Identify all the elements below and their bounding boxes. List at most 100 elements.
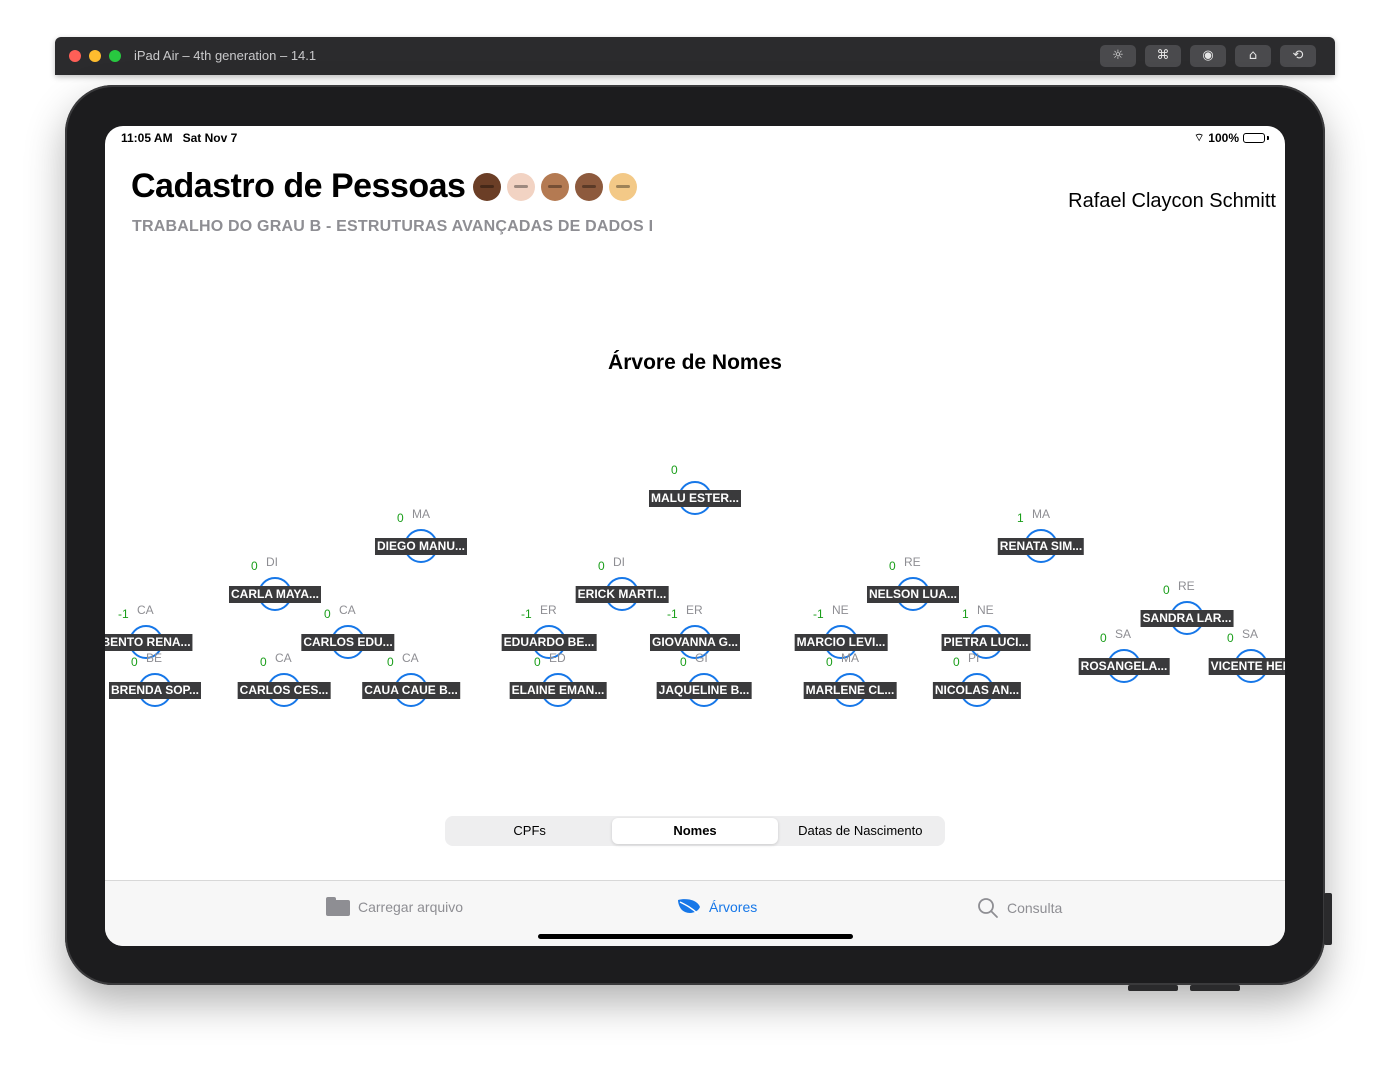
brightness-icon[interactable]: ☼ [1100,45,1136,67]
tab-consulta[interactable]: Consulta [977,897,1062,919]
minimize-window-button[interactable] [89,50,101,62]
emoji-row [473,172,638,201]
tree-node-label: JAQUELINE B... [656,682,752,699]
tree-node-parent-prefix: MA [412,507,430,521]
tree-node-parent-prefix: BE [146,651,163,665]
tree-node-balance: 0 [324,607,331,621]
person-emoji-icon [473,172,502,201]
tree-node-parent-prefix: CA [137,603,154,617]
magnifying-glass-icon [978,898,998,918]
tree-node-balance: 0 [260,655,267,669]
battery-cap [1267,136,1269,140]
tree-node-label: EDUARDO BE... [501,634,597,651]
tree-node-parent-prefix: CA [339,603,356,617]
tab-arvores-label: Árvores [709,899,758,915]
author-name: Rafael Claycon Schmitt [1068,190,1276,212]
tree-node-balance: 0 [387,655,394,669]
page-subtitle: TRABALHO DO GRAU B - ESTRUTURAS AVANÇADA… [132,218,654,235]
tree-title: Árvore de Nomes [608,351,782,374]
tree-node-balance: 0 [680,655,687,669]
tree-node-label: PIETRA LUCI... [941,634,1031,651]
home-icon[interactable]: ⌂ [1235,45,1271,67]
tree-node-balance: -1 [813,607,824,621]
tree-node-parent-prefix: CA [275,651,292,665]
tree-node-balance: 0 [826,655,833,669]
tree-node-balance: 0 [534,655,541,669]
power-button [1324,893,1332,945]
tree-node-balance: 0 [131,655,138,669]
person-emoji-icon [575,172,604,201]
tree-node-balance: 1 [962,607,969,621]
volume-up-button [1128,985,1178,991]
tree-node-label: NICOLAS AN... [932,682,1022,699]
status-time-date: 11:05 AM Sat Nov 7 [121,131,237,145]
leaf-icon [678,899,700,915]
tree-node-balance: 0 [889,559,896,573]
rotate-icon[interactable]: ⟲ [1280,45,1316,67]
segment-datas-de-nascimento[interactable]: Datas de Nascimento [778,818,943,844]
person-emoji-icon [507,172,536,201]
tree-diagram: MALU ESTER... 0 DIEGO MANU... 0 MA RENATA SIM… [105,446,1285,746]
tree-node-balance: 1 [1017,511,1024,525]
tree-node-label: ERICK MARTI... [575,586,669,603]
tree-node-label: BENTO RENA... [105,634,193,651]
tree-node-label: CARLOS CES... [237,682,331,699]
tree-node-label: CAUA CAUE B... [362,682,460,699]
simulator-title: iPad Air – 4th generation – 14.1 [134,48,317,63]
tree-node-balance: -1 [667,607,678,621]
segment-cpfs[interactable]: CPFs [447,818,612,844]
screenshot-icon[interactable]: ◉ [1190,45,1226,67]
tree-node-parent-prefix: ED [549,651,566,665]
tree-node-label: GIOVANNA G... [649,634,741,651]
page-title-text: Cadastro de Pessoas [131,167,466,205]
simulator-title-bar: iPad Air – 4th generation – 14.1 ☼ ⌘ ◉ ⌂… [55,37,1335,75]
tree-node-balance: 0 [251,559,258,573]
status-indicators: ⌔ 100% [1194,131,1269,145]
tree-node-balance: 0 [1100,631,1107,645]
status-time: 11:05 AM [121,131,173,145]
command-icon[interactable]: ⌘ [1145,45,1181,67]
tree-node-balance: -1 [118,607,129,621]
tab-carregar-arquivo[interactable]: Carregar arquivo [326,897,463,916]
ipad-screen: 11:05 AM Sat Nov 7 ⌔ 100% Cadastro de Pe… [105,126,1285,946]
volume-down-button [1190,985,1240,991]
tree-node-parent-prefix: NE [977,603,994,617]
tree-node-balance: 0 [598,559,605,573]
tree-node-label: MARCIO LEVI... [794,634,888,651]
page-title: Cadastro de Pessoas [131,167,638,206]
tree-node-parent-prefix: ER [540,603,557,617]
segment-nomes[interactable]: Nomes [612,818,778,844]
tree-node-label: DIEGO MANU... [374,538,468,555]
tree-node-parent-prefix: ER [686,603,703,617]
close-window-button[interactable] [69,50,81,62]
tree-node-parent-prefix: MA [841,651,859,665]
tree-node-label: MARLENE CL... [803,682,897,699]
tree-node-parent-prefix: DI [266,555,278,569]
tree-node-balance: 0 [1163,583,1170,597]
tree-node-label: VICENTE HEN [1208,658,1285,675]
tree-node-balance: 0 [397,511,404,525]
tree-node-label: RENATA SIM... [997,538,1085,555]
wifi-icon: ⌔ [1193,131,1205,144]
tree-node-label: ELAINE EMAN... [509,682,607,699]
battery-percentage: 100% [1208,131,1239,145]
tree-node-parent-prefix: CA [402,651,419,665]
tree-node-label: CARLOS EDU... [301,634,395,651]
tree-node-label: NELSON LUA... [866,586,960,603]
tree-node-label: CARLA MAYA... [228,586,322,603]
tree-node-balance: 0 [953,655,960,669]
status-date: Sat Nov 7 [182,131,238,145]
tree-node-balance: 0 [1227,631,1234,645]
battery-icon [1243,133,1265,143]
tab-consulta-label: Consulta [1007,900,1063,916]
tab-arvores[interactable]: Árvores [677,897,757,917]
tree-node-parent-prefix: NE [832,603,849,617]
tree-node-parent-prefix: GI [695,651,708,665]
tree-node-parent-prefix: SA [1115,627,1132,641]
tree-node-parent-prefix: RE [904,555,921,569]
tree-node-parent-prefix: RE [1178,579,1195,593]
tree-node-label: BRENDA SOP... [108,682,202,699]
home-indicator[interactable] [538,934,853,939]
zoom-window-button[interactable] [109,50,121,62]
tree-node-label: MALU ESTER... [648,490,742,507]
